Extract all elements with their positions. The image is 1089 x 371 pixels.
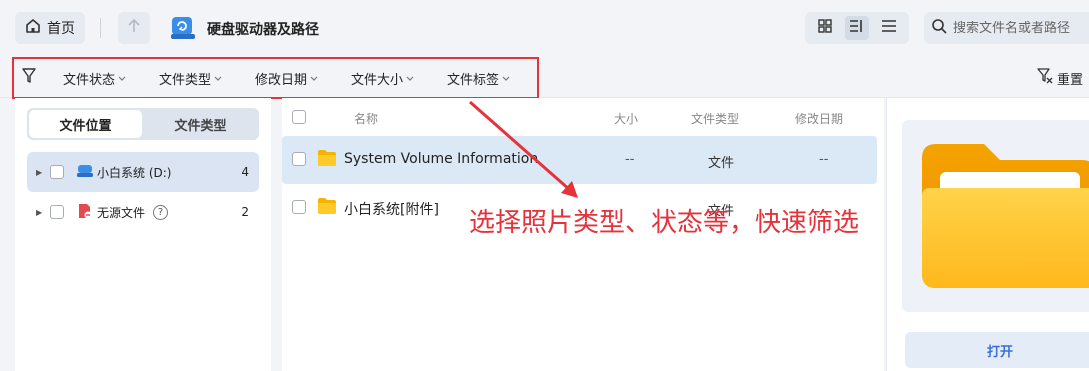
grid-icon [818,19,832,37]
select-all-checkbox[interactable] [292,110,306,124]
row-checkbox[interactable] [292,152,306,166]
help-icon[interactable]: ? [153,204,169,220]
home-label: 首页 [47,21,75,37]
tree-item-label-group: 无源文件 ? [77,203,241,222]
search-input[interactable] [953,20,1089,36]
detail-view-button[interactable] [845,16,869,40]
location-sidebar: 文件位置 文件类型 ▶ 小白系统 (D:) 4 ▶ 无源文件 ? 2 [15,98,271,371]
drive-icon [77,164,93,181]
home-icon [25,18,41,38]
preview-area [902,120,1089,312]
tree-checkbox[interactable] [50,205,64,219]
up-level-button[interactable] [118,12,150,44]
folder-icon [317,149,337,171]
file-size: -- [625,152,635,167]
top-bar: 首页 硬盘驱动器及路径 [0,0,1089,56]
expand-caret-icon[interactable]: ▶ [36,168,42,177]
hard-drive-icon [170,15,196,45]
column-header-type[interactable]: 文件类型 [691,110,739,127]
preview-panel: 打开 [886,98,1089,371]
home-button[interactable]: 首页 [15,12,85,44]
row-checkbox[interactable] [292,200,306,214]
column-header-size[interactable]: 大小 [614,110,638,127]
column-header-name[interactable]: 名称 [354,110,378,127]
file-name: 小白系统[附件] [344,202,439,218]
column-header-modified[interactable]: 修改日期 [795,110,843,127]
table-row[interactable]: System Volume Information -- 文件 -- [282,136,877,184]
filter-bar: 文件状态 文件类型 修改日期 文件大小 文件标签 重置 [0,56,1089,99]
tab-file-type[interactable]: 文件类型 [144,110,257,138]
open-button[interactable]: 打开 [905,332,1089,368]
tree-item-count: 2 [241,205,249,219]
orphan-file-icon [77,203,93,222]
sidebar-tabs: 文件位置 文件类型 [27,108,259,140]
tab-file-location[interactable]: 文件位置 [29,110,142,138]
tree-item-label: 小白系统 (D:) [97,165,172,180]
tree-item-label-group: 小白系统 (D:) [77,164,241,181]
file-type: 文件 [708,156,735,171]
large-folder-icon [922,144,1089,293]
path-title: 硬盘驱动器及路径 [207,22,319,38]
tree-item-drive-d[interactable]: ▶ 小白系统 (D:) 4 [27,152,259,192]
arrow-up-icon [127,18,141,38]
tree-item-orphan-files[interactable]: ▶ 无源文件 ? 2 [27,192,259,232]
filter-clear-icon [1037,68,1053,88]
folder-icon [317,197,337,219]
reset-filters-button[interactable]: 重置 [1037,68,1083,88]
reset-label: 重置 [1057,72,1084,88]
search-icon [932,18,947,38]
list-icon [881,19,897,37]
grid-view-button[interactable] [813,16,837,40]
annotation-highlight-box [12,57,539,99]
divider [100,18,101,38]
tree-checkbox[interactable] [50,165,64,179]
annotation-text: 选择照片类型、状态等，快速筛选 [469,208,860,238]
file-modified-date: -- [819,152,829,167]
tree-item-count: 4 [241,165,249,179]
search-box [924,12,1089,44]
detail-list-icon [849,19,865,37]
tree-item-label: 无源文件 [97,205,146,220]
expand-caret-icon[interactable]: ▶ [36,208,42,217]
file-name: System Volume Information [344,151,539,167]
view-mode-group [805,12,909,44]
list-view-button[interactable] [877,16,901,40]
